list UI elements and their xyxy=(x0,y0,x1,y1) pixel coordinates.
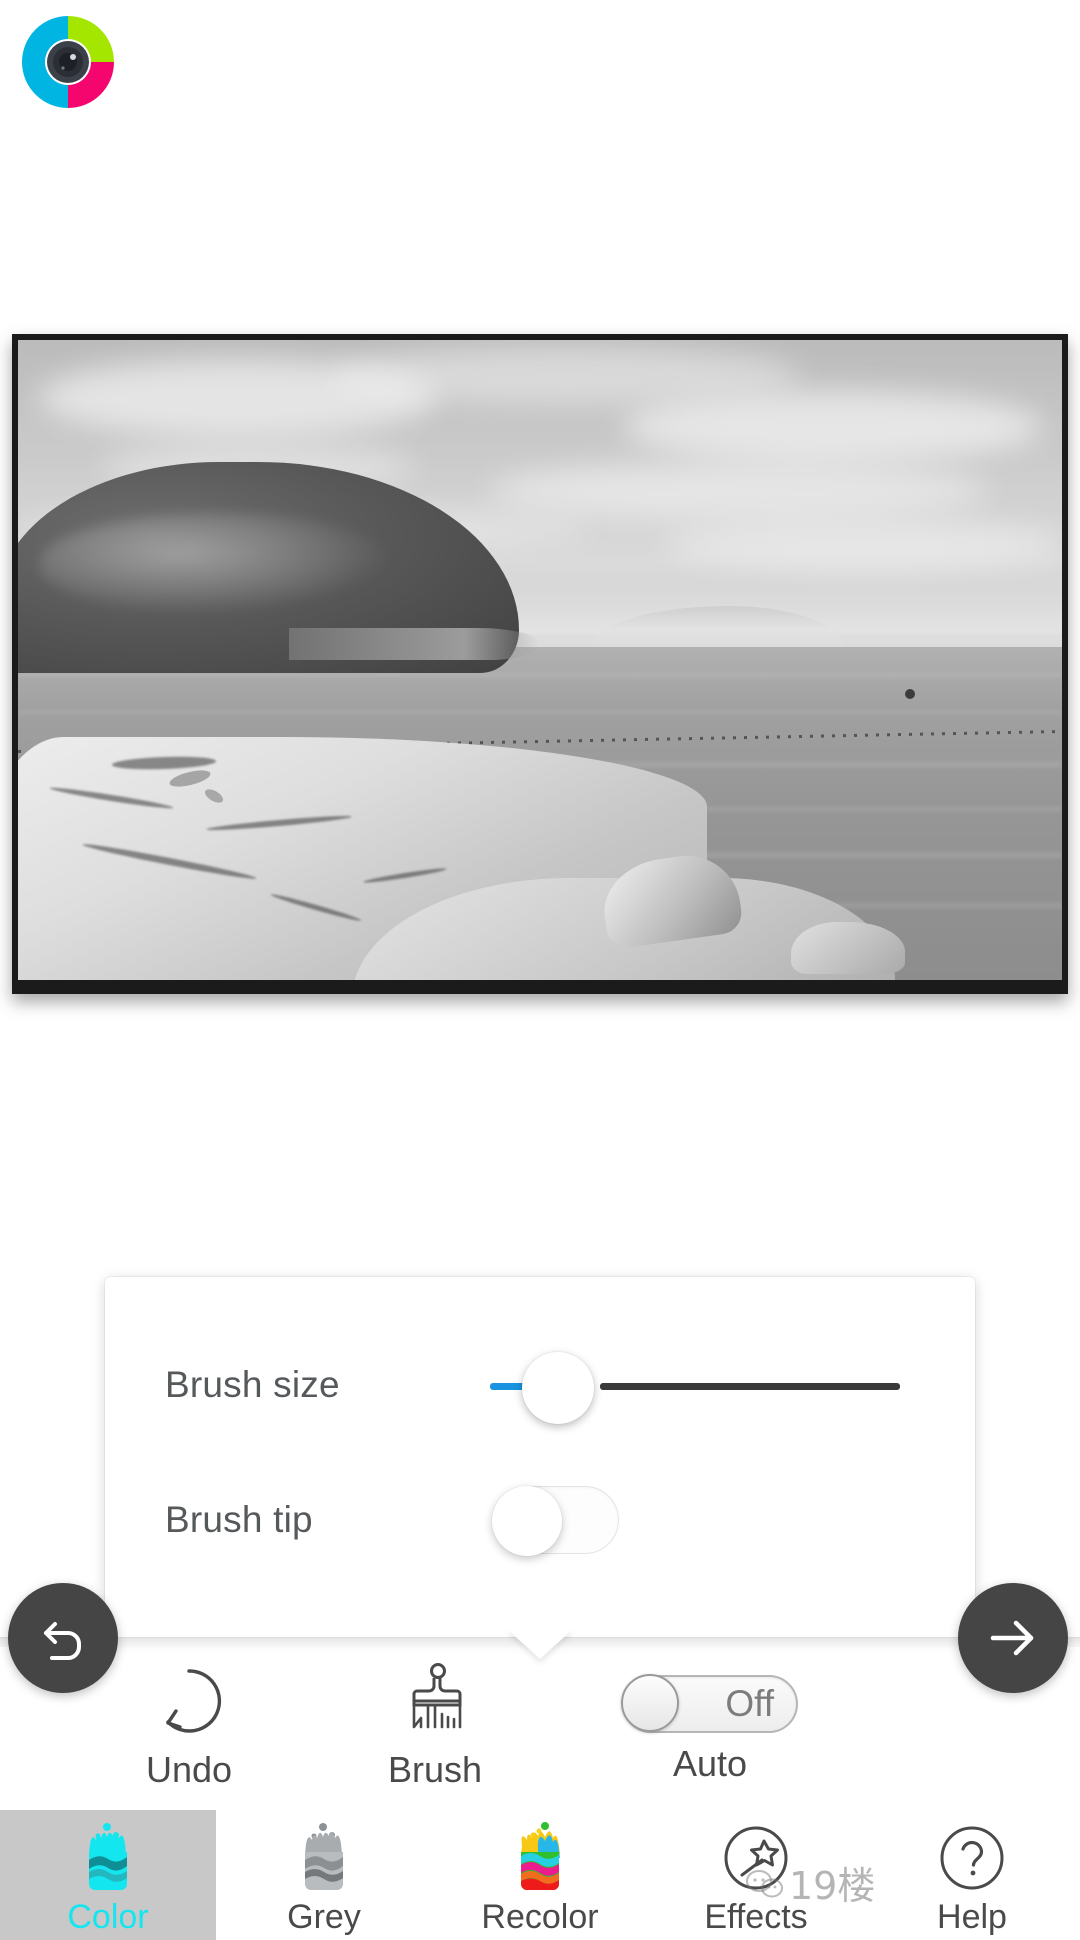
paint-brush-icon xyxy=(325,1663,545,1739)
nav-item-recolor[interactable]: Recolor xyxy=(432,1810,648,1940)
brush-tip-row: Brush tip xyxy=(105,1462,975,1578)
bottom-nav: Color Grey Recolor Effects Help xyxy=(0,1810,1080,1940)
seascape-photo[interactable] xyxy=(18,340,1062,980)
auto-tool[interactable]: Off Auto xyxy=(600,1661,820,1785)
auto-toggle-switch[interactable]: Off xyxy=(621,1674,798,1733)
paint-splash-multi-icon xyxy=(505,1820,575,1896)
nav-item-color[interactable]: Color xyxy=(0,1810,216,1940)
slider-thumb[interactable] xyxy=(522,1352,594,1424)
magic-wand-circle-icon xyxy=(719,1820,793,1896)
nav-item-grey[interactable]: Grey xyxy=(216,1810,432,1940)
nav-item-effects[interactable]: Effects xyxy=(648,1810,864,1940)
nav-label-grey: Grey xyxy=(287,1898,361,1936)
photo-headland-highlight xyxy=(38,512,394,616)
app-logo[interactable] xyxy=(20,14,116,110)
app-root: Brush size Brush tip Undo Brush Off Auto… xyxy=(0,0,1080,1940)
brush-size-label: Brush size xyxy=(165,1364,340,1405)
auto-toggle-knob[interactable] xyxy=(621,1674,679,1732)
photo-sea-streak xyxy=(18,711,1062,715)
brush-size-slider[interactable] xyxy=(490,1352,900,1424)
nav-item-help[interactable]: Help xyxy=(864,1810,1080,1940)
photo-headland-spit xyxy=(289,628,540,660)
photo-cloud xyxy=(623,391,1042,462)
nav-label-recolor: Recolor xyxy=(481,1898,599,1936)
nav-label-color: Color xyxy=(67,1898,149,1936)
toggle-knob[interactable] xyxy=(492,1486,562,1556)
paint-splash-cyan-icon xyxy=(73,1820,143,1896)
auto-tool-label: Auto xyxy=(672,1743,748,1784)
photo-canvas[interactable] xyxy=(12,334,1068,994)
slider-remaining-track xyxy=(600,1383,900,1390)
camera-lens-logo-icon xyxy=(22,16,114,108)
nav-label-effects: Effects xyxy=(704,1898,808,1936)
auto-toggle-value: Off xyxy=(725,1683,774,1724)
brush-tool[interactable]: Brush xyxy=(325,1663,545,1791)
undo-tool[interactable]: Undo xyxy=(79,1663,299,1791)
brush-tip-toggle[interactable] xyxy=(492,1486,619,1556)
brush-size-row: Brush size xyxy=(105,1327,975,1443)
brush-tool-label: Brush xyxy=(387,1749,483,1790)
tools-row: Undo Brush Off Auto xyxy=(0,1655,1080,1800)
question-mark-circle-icon xyxy=(935,1820,1009,1896)
paint-splash-grey-icon xyxy=(289,1820,359,1896)
brush-tip-label: Brush tip xyxy=(165,1499,313,1540)
undo-tool-label: Undo xyxy=(145,1749,233,1790)
brush-settings-popover: Brush size Brush tip xyxy=(105,1277,975,1637)
photo-sea-streak xyxy=(18,672,1062,677)
undo-circle-icon xyxy=(79,1663,299,1739)
photo-boulder xyxy=(790,922,906,974)
photo-cloud xyxy=(487,461,989,520)
nav-label-help: Help xyxy=(937,1898,1007,1936)
photo-cloud xyxy=(665,519,1062,571)
